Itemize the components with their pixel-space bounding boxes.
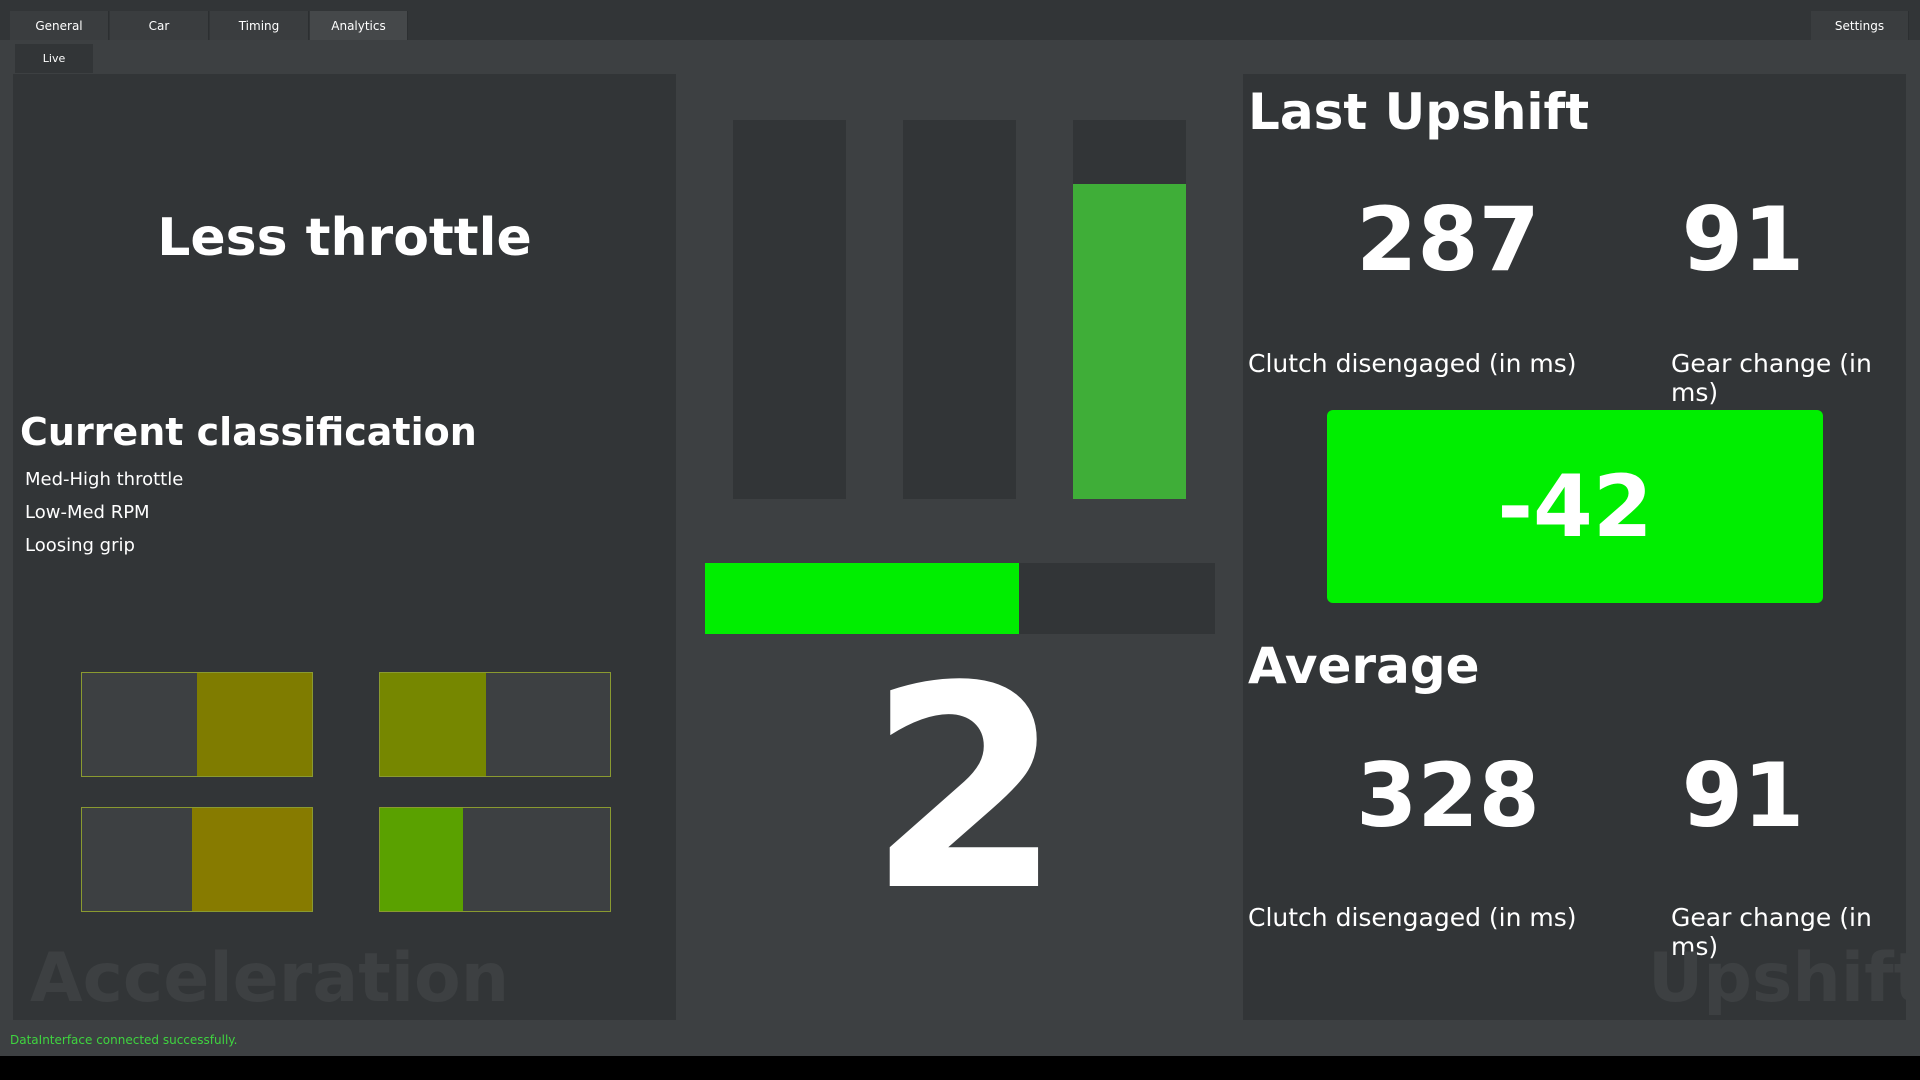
vertical-meter — [733, 120, 846, 499]
vertical-meter — [903, 120, 1016, 499]
quadrant-indicator — [379, 672, 611, 777]
bottom-strip — [0, 1056, 1920, 1080]
classification-item: Low-Med RPM — [25, 502, 150, 523]
delta-indicator: -42 — [1327, 410, 1823, 603]
last-gear-value: 91 — [1681, 188, 1805, 291]
status-bar: DataInterface connected successfully. — [0, 1024, 1920, 1056]
upshift-panel: Last Upshift 287 91 Clutch disengaged (i… — [1243, 74, 1920, 1020]
tab-car[interactable]: Car — [110, 11, 209, 40]
subtab-live[interactable]: Live — [15, 44, 93, 73]
quadrant-fill — [380, 808, 463, 911]
current-gear: 2 — [867, 627, 1063, 953]
delta-value: -42 — [1497, 456, 1653, 557]
status-message: DataInterface connected successfully. — [10, 1033, 238, 1047]
upshift-watermark: Upshift — [1648, 939, 1920, 1018]
average-title: Average — [1248, 637, 1480, 695]
last-gear-label: Gear change (in ms) — [1671, 349, 1872, 407]
throttle-recommendation: Less throttle — [157, 208, 532, 268]
vertical-meter — [1073, 120, 1186, 499]
last-upshift-title: Last Upshift — [1248, 83, 1590, 141]
quadrant-indicator — [81, 672, 313, 777]
acceleration-panel: Less throttle Current classification Med… — [13, 74, 676, 1020]
settings-button[interactable]: Settings — [1811, 11, 1909, 40]
last-clutch-value: 287 — [1356, 188, 1540, 291]
tab-analytics[interactable]: Analytics — [310, 11, 408, 40]
classification-item: Med-High throttle — [25, 469, 184, 490]
tab-general[interactable]: General — [10, 11, 109, 40]
tab-timing[interactable]: Timing — [210, 11, 309, 40]
quadrant-fill — [197, 673, 312, 776]
avg-clutch-value: 328 — [1356, 744, 1540, 847]
classification-title: Current classification — [20, 410, 477, 454]
classification-item: Loosing grip — [25, 535, 135, 556]
quadrant-indicator — [379, 807, 611, 912]
acceleration-watermark: Acceleration — [30, 939, 510, 1018]
last-clutch-label: Clutch disengaged (in ms) — [1248, 349, 1577, 378]
horizontal-meter — [705, 563, 1215, 634]
avg-gear-value: 91 — [1681, 744, 1805, 847]
quadrant-fill — [192, 808, 312, 911]
quadrant-indicator — [81, 807, 313, 912]
vertical-meter-fill — [1073, 184, 1186, 499]
horizontal-meter-fill — [705, 563, 1019, 634]
quadrant-fill — [380, 673, 486, 776]
avg-clutch-label: Clutch disengaged (in ms) — [1248, 903, 1577, 932]
